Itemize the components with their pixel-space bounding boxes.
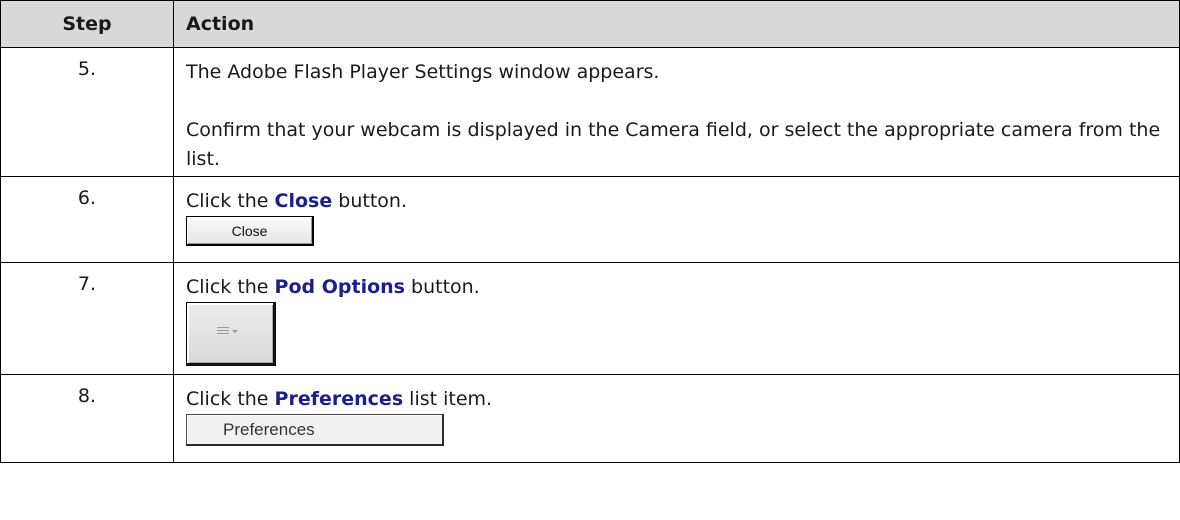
table-row: 8. Click the Preferences list item. Pref… — [0, 374, 1180, 463]
dropdown-arrow-icon — [232, 330, 238, 333]
step-column-header: Step — [0, 0, 174, 48]
action-cell: The Adobe Flash Player Settings window a… — [173, 47, 1180, 177]
step-number: 6. — [0, 176, 174, 263]
procedure-table: Step Action 5. The Adobe Flash Player Se… — [0, 0, 1180, 463]
table-header-row: Step Action — [0, 0, 1180, 48]
highlighted-term: Preferences — [274, 388, 404, 410]
table-row: 5. The Adobe Flash Player Settings windo… — [0, 47, 1180, 177]
step-number: 7. — [0, 262, 174, 375]
action-text: Click the Preferences list item. — [186, 388, 493, 410]
preferences-list-item-screenshot: Preferences — [186, 414, 444, 446]
highlighted-term: Pod Options — [274, 276, 405, 298]
action-cell: Click the Pod Options button. — [173, 262, 1180, 375]
step-number: 8. — [0, 374, 174, 463]
highlighted-term: Close — [274, 190, 333, 212]
action-column-header: Action — [173, 0, 1180, 48]
action-cell: Click the Close button. Close — [173, 176, 1180, 263]
close-button-screenshot: Close — [186, 216, 314, 246]
pod-options-button-screenshot — [186, 302, 276, 366]
action-text: Click the Pod Options button. — [186, 276, 480, 298]
menu-lines-icon — [217, 327, 229, 336]
step-number: 5. — [0, 47, 174, 177]
table-row: 6. Click the Close button. Close — [0, 176, 1180, 263]
action-text: Click the Close button. — [186, 190, 408, 212]
action-text: Confirm that your webcam is displayed in… — [186, 119, 1161, 170]
action-text: The Adobe Flash Player Settings window a… — [186, 61, 660, 83]
action-cell: Click the Preferences list item. Prefere… — [173, 374, 1180, 463]
table-row: 7. Click the Pod Options button. — [0, 262, 1180, 375]
